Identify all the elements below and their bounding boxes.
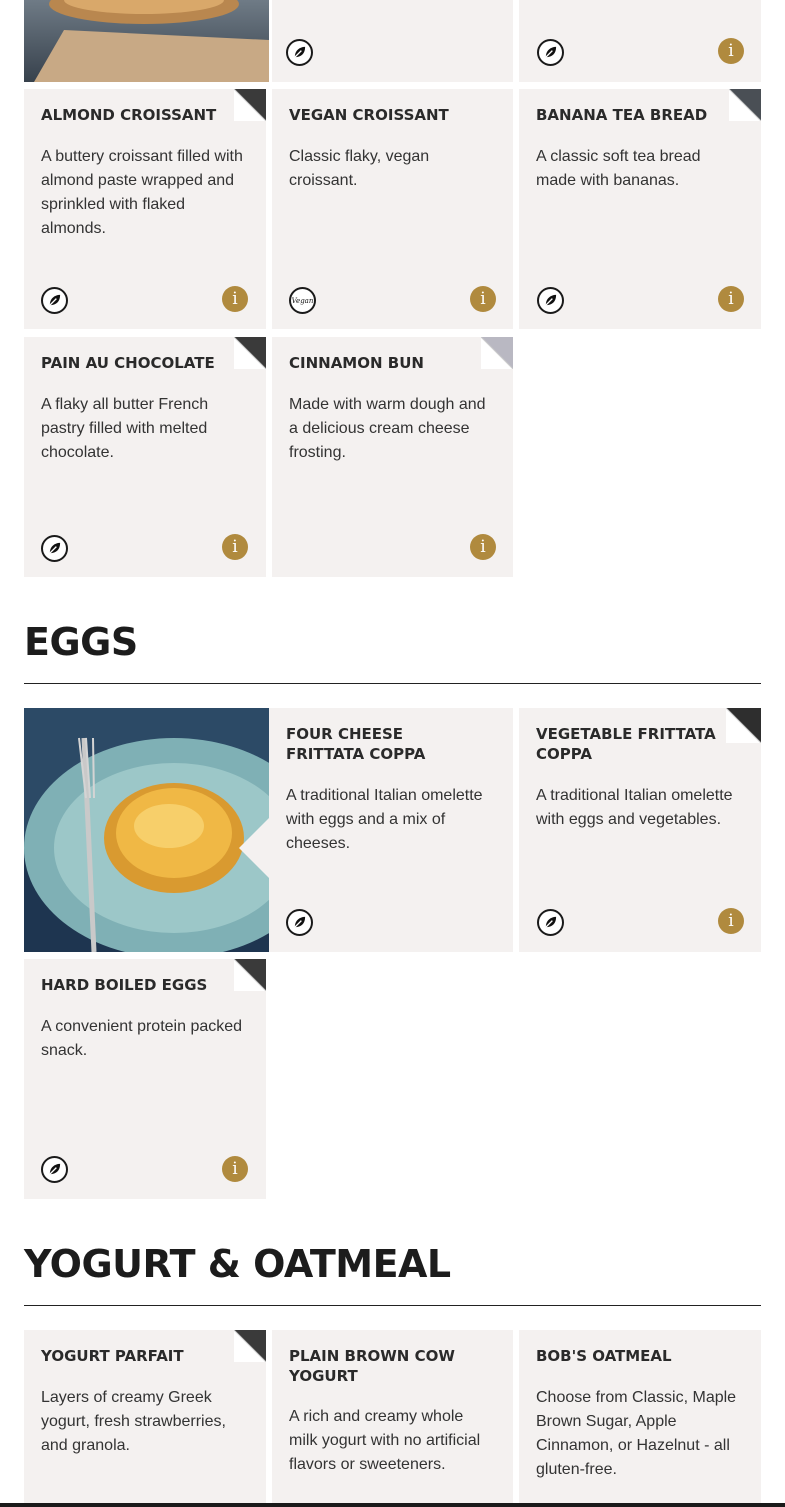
info-icon[interactable]: i <box>470 286 496 312</box>
section-divider <box>24 1305 761 1306</box>
card-description: Classic flaky, vegan croissant. <box>289 148 430 189</box>
info-icon[interactable]: i <box>718 286 744 312</box>
leaf-icon <box>537 39 564 66</box>
card-bobs-oatmeal[interactable]: BOB'S OATMEAL Choose from Classic, Maple… <box>519 1330 761 1507</box>
card-title: YOGURT PARFAIT <box>41 1347 184 1365</box>
leaf-icon <box>41 535 68 562</box>
menu-card-top-middle[interactable] <box>272 0 513 82</box>
corner-fold <box>234 1330 266 1362</box>
corner-fold <box>234 89 266 121</box>
vegan-icon-label: Vegan <box>291 296 314 305</box>
card-vegetable-frittata[interactable]: VEGETABLE FRITTATA COPPA A traditional I… <box>519 708 761 952</box>
card-pain-au-chocolate[interactable]: PAIN AU CHOCOLATE A flaky all butter Fre… <box>24 337 266 577</box>
corner-fold <box>729 89 761 121</box>
info-icon[interactable]: i <box>718 38 744 64</box>
frittata-photo <box>24 708 269 952</box>
corner-fold <box>234 337 266 369</box>
section-title-eggs: EGGS <box>24 620 138 664</box>
card-four-cheese-frittata[interactable]: FOUR CHEESE FRITTATA COPPA A traditional… <box>269 708 513 952</box>
info-icon[interactable]: i <box>222 1156 248 1182</box>
leaf-icon <box>41 1156 68 1183</box>
card-title: ALMOND CROISSANT <box>41 106 217 124</box>
card-description: A flaky all butter French pastry filled … <box>41 396 209 461</box>
card-title: BANANA TEA BREAD <box>536 106 708 124</box>
card-title: VEGAN CROISSANT <box>289 106 449 124</box>
leaf-icon <box>286 39 313 66</box>
card-description: A classic soft tea bread made with banan… <box>536 148 701 189</box>
leaf-icon <box>286 909 313 936</box>
section-title-yogurt-oatmeal: YOGURT & OATMEAL <box>24 1242 451 1286</box>
card-description: A convenient protein packed snack. <box>41 1018 243 1059</box>
card-title: PAIN AU CHOCOLATE <box>41 354 215 372</box>
card-plain-brown-cow-yogurt[interactable]: PLAIN BROWN COW YOGURT A rich and creamy… <box>272 1330 513 1507</box>
card-almond-croissant[interactable]: ALMOND CROISSANT A buttery croissant fil… <box>24 89 266 329</box>
card-title: HARD BOILED EGGS <box>41 976 208 994</box>
corner-fold <box>481 337 513 369</box>
card-description: Layers of creamy Greek yogurt, fresh str… <box>41 1389 226 1454</box>
card-vegan-croissant[interactable]: VEGAN CROISSANT Classic flaky, vegan cro… <box>272 89 513 329</box>
card-title: PLAIN BROWN COW YOGURT <box>289 1347 455 1385</box>
frittata-image <box>24 708 269 952</box>
info-icon[interactable]: i <box>718 908 744 934</box>
card-title: FOUR CHEESE FRITTATA COPPA <box>286 725 426 763</box>
bottom-bar <box>0 1503 785 1507</box>
vegan-icon: Vegan <box>289 287 316 314</box>
card-title: CINNAMON BUN <box>289 354 424 372</box>
card-description: Made with warm dough and a delicious cre… <box>289 396 486 461</box>
info-icon[interactable]: i <box>470 534 496 560</box>
card-description: A rich and creamy whole milk yogurt with… <box>289 1408 481 1473</box>
leaf-icon <box>537 287 564 314</box>
card-cinnamon-bun[interactable]: CINNAMON BUN Made with warm dough and a … <box>272 337 513 577</box>
leaf-icon <box>41 287 68 314</box>
leaf-icon <box>537 909 564 936</box>
corner-fold <box>726 708 761 743</box>
card-description: Choose from Classic, Maple Brown Sugar, … <box>536 1389 737 1478</box>
card-description: A buttery croissant filled with almond p… <box>41 148 243 237</box>
card-title: BOB'S OATMEAL <box>536 1347 672 1365</box>
croissant-image <box>24 0 269 82</box>
card-description: A traditional Italian omelette with eggs… <box>286 787 483 852</box>
croissant-photo <box>24 0 269 82</box>
corner-fold <box>234 959 266 991</box>
card-hard-boiled-eggs[interactable]: HARD BOILED EGGS A convenient protein pa… <box>24 959 266 1199</box>
info-icon[interactable]: i <box>222 286 248 312</box>
card-title: VEGETABLE FRITTATA COPPA <box>536 725 716 763</box>
info-icon[interactable]: i <box>222 534 248 560</box>
menu-card-top-right[interactable]: i <box>519 0 761 82</box>
section-divider <box>24 683 761 684</box>
card-description: A traditional Italian omelette with eggs… <box>536 787 733 828</box>
card-banana-tea-bread[interactable]: BANANA TEA BREAD A classic soft tea brea… <box>519 89 761 329</box>
card-yogurt-parfait[interactable]: YOGURT PARFAIT Layers of creamy Greek yo… <box>24 1330 266 1507</box>
